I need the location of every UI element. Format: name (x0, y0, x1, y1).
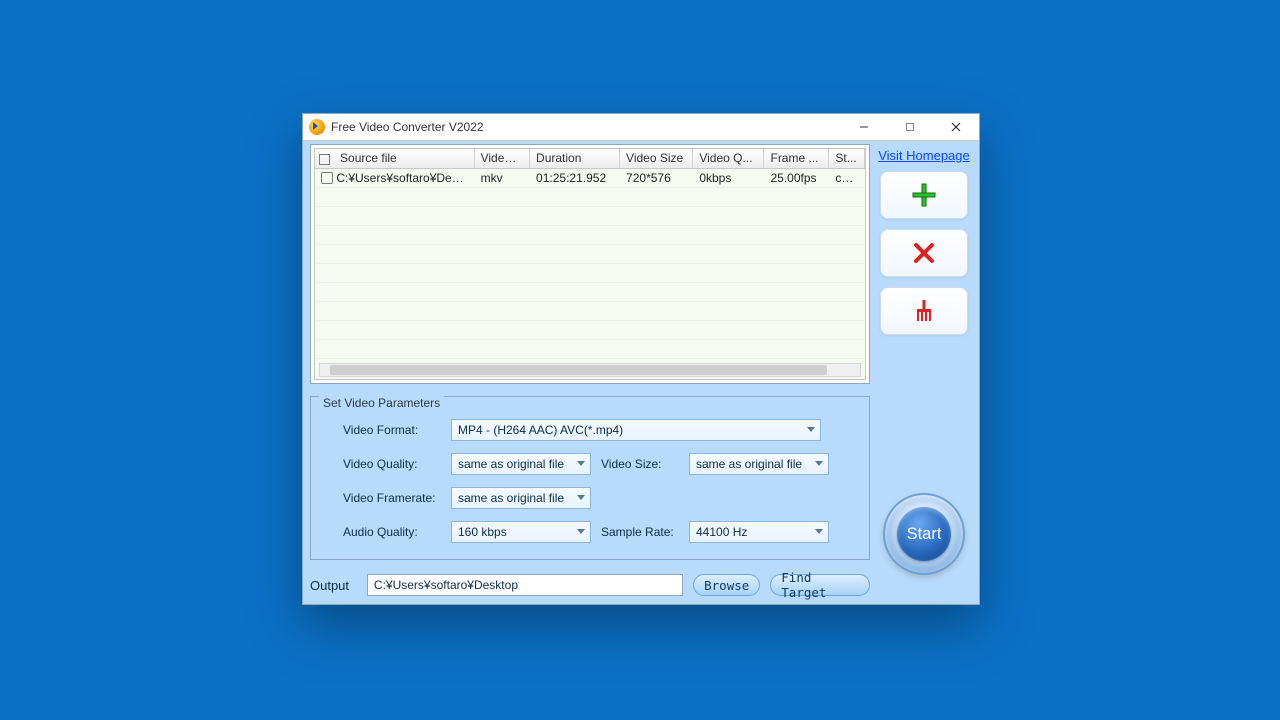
output-label: Output (310, 578, 357, 593)
close-button[interactable] (933, 114, 979, 141)
combo-sample-rate-value: 44100 Hz (696, 525, 747, 539)
combo-audio-quality[interactable]: 160 kbps (451, 521, 591, 543)
titlebar: Free Video Converter V2022 (303, 114, 979, 141)
file-grid[interactable]: Source file Video ... Duration Video Siz… (314, 148, 866, 380)
start-button-label: Start (897, 507, 951, 561)
combo-sample-rate[interactable]: 44100 Hz (689, 521, 829, 543)
x-icon (910, 239, 938, 267)
clear-list-button[interactable] (880, 287, 968, 335)
cell-source: C:¥Users¥softaro¥Des... (336, 171, 467, 185)
chevron-down-icon (577, 529, 585, 534)
window-controls (841, 114, 979, 141)
find-target-button[interactable]: Find Target (770, 574, 870, 596)
chevron-down-icon (815, 461, 823, 466)
combo-video-format-value: MP4 - (H264 AAC) AVC(*.mp4) (458, 423, 623, 437)
horizontal-scrollbar[interactable] (319, 363, 861, 377)
col-duration[interactable]: Duration (530, 149, 620, 168)
combo-audio-quality-value: 160 kbps (458, 525, 507, 539)
col-size[interactable]: Video Size (620, 149, 693, 168)
label-video-quality: Video Quality: (343, 457, 441, 471)
broom-icon (910, 297, 938, 325)
left-column: Source file Video ... Duration Video Siz… (310, 144, 870, 597)
col-quality[interactable]: Video Q... (693, 149, 764, 168)
start-button[interactable]: Start (883, 493, 965, 575)
header-checkbox-icon[interactable] (319, 154, 330, 165)
add-file-button[interactable] (880, 171, 968, 219)
maximize-button[interactable] (887, 114, 933, 141)
parameters-legend: Set Video Parameters (319, 396, 444, 410)
combo-video-size-value: same as original file (696, 457, 802, 471)
label-audio-quality: Audio Quality: (343, 525, 441, 539)
chevron-down-icon (815, 529, 823, 534)
label-sample-rate: Sample Rate: (601, 525, 679, 539)
col-format[interactable]: Video ... (474, 149, 529, 168)
label-video-framerate: Video Framerate: (343, 491, 441, 505)
combo-video-framerate-value: same as original file (458, 491, 564, 505)
window-title: Free Video Converter V2022 (331, 120, 484, 134)
cell-fps: 25.00fps (764, 168, 829, 187)
right-column: Visit Homepage (876, 144, 972, 597)
output-path-field[interactable]: C:¥Users¥softaro¥Desktop (367, 574, 683, 596)
combo-video-size[interactable]: same as original file (689, 453, 829, 475)
app-window: Free Video Converter V2022 (302, 113, 980, 605)
cell-duration: 01:25:21.952 (530, 168, 620, 187)
col-source[interactable]: Source file (315, 149, 474, 168)
chevron-down-icon (577, 495, 585, 500)
cell-size: 720*576 (620, 168, 693, 187)
cell-status: co... (829, 168, 865, 187)
combo-video-quality-value: same as original file (458, 457, 564, 471)
row-checkbox-icon[interactable] (321, 172, 333, 184)
grid-header-row: Source file Video ... Duration Video Siz… (315, 149, 865, 168)
output-row: Output C:¥Users¥softaro¥Desktop Browse F… (310, 574, 870, 596)
app-icon (309, 119, 325, 135)
cell-quality: 0kbps (693, 168, 764, 187)
combo-video-quality[interactable]: same as original file (451, 453, 591, 475)
visit-homepage-link[interactable]: Visit Homepage (878, 148, 970, 163)
plus-icon (910, 181, 938, 209)
chevron-down-icon (577, 461, 585, 466)
col-fps[interactable]: Frame ... (764, 149, 829, 168)
remove-file-button[interactable] (880, 229, 968, 277)
browse-button[interactable]: Browse (693, 574, 760, 596)
label-video-format: Video Format: (343, 423, 441, 437)
col-source-label: Source file (340, 151, 397, 165)
col-status[interactable]: St... (829, 149, 865, 168)
combo-video-format[interactable]: MP4 - (H264 AAC) AVC(*.mp4) (451, 419, 821, 441)
output-path-value: C:¥Users¥softaro¥Desktop (374, 578, 518, 592)
file-grid-wrap: Source file Video ... Duration Video Siz… (310, 144, 870, 384)
chevron-down-icon (807, 427, 815, 432)
minimize-button[interactable] (841, 114, 887, 141)
label-video-size: Video Size: (601, 457, 679, 471)
combo-video-framerate[interactable]: same as original file (451, 487, 591, 509)
parameters-group: Set Video Parameters Video Format: MP4 -… (310, 396, 870, 560)
cell-format: mkv (474, 168, 529, 187)
table-row[interactable]: C:¥Users¥softaro¥Des... mkv 01:25:21.952… (315, 168, 865, 187)
